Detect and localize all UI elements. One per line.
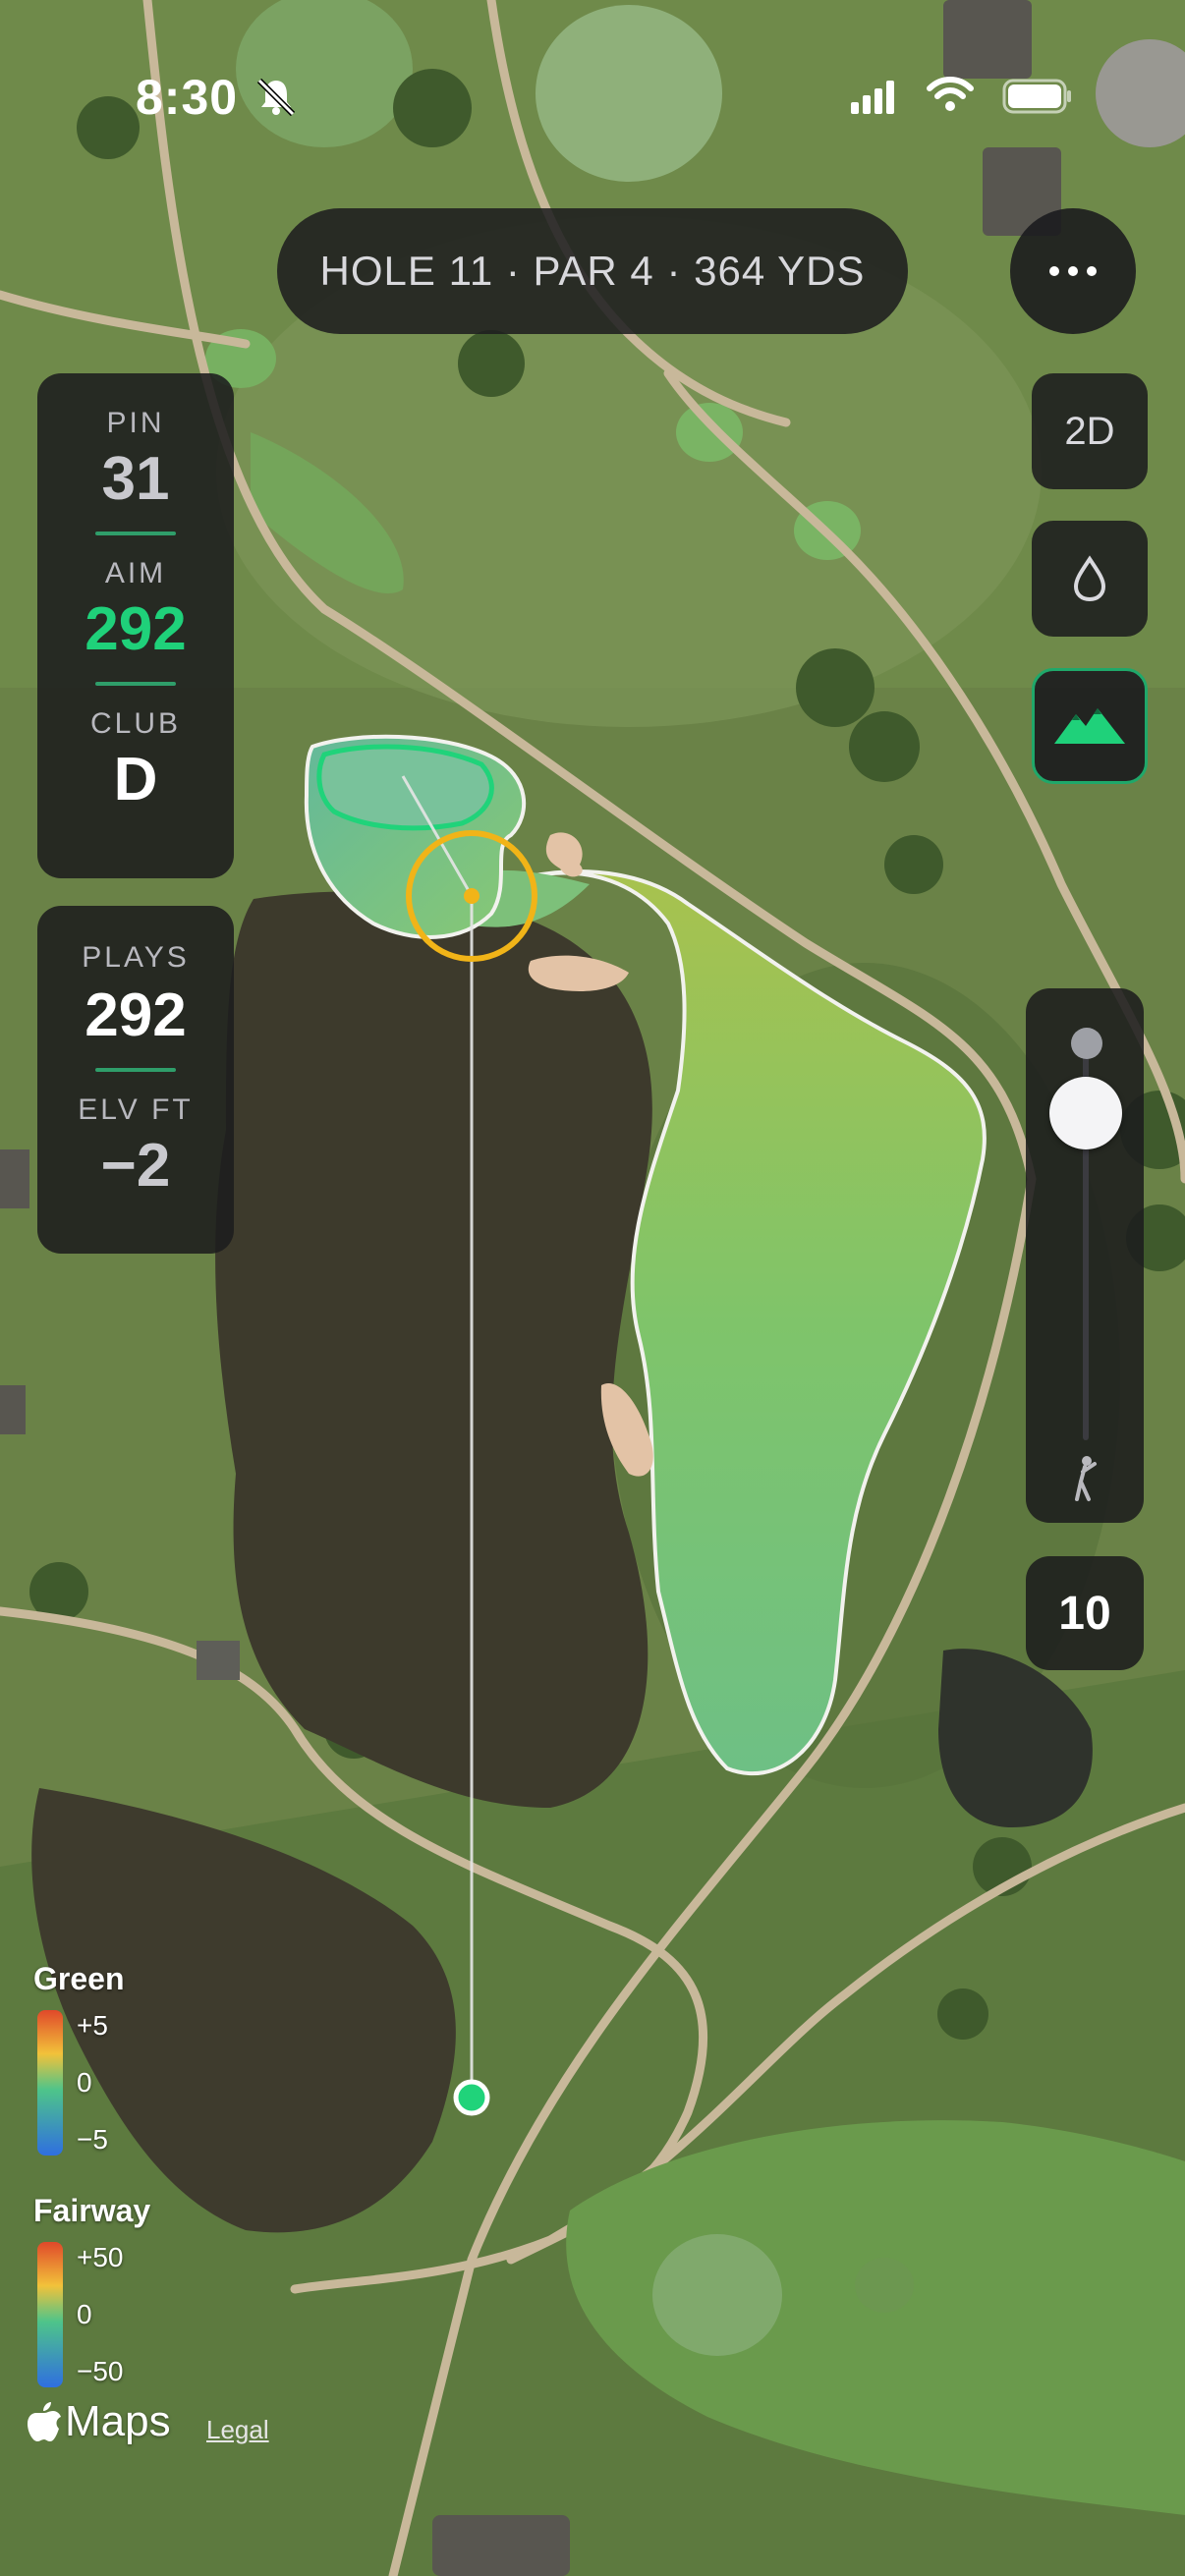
zoom-slider[interactable] xyxy=(1026,988,1144,1523)
plays-value: 292 xyxy=(85,981,187,1049)
more-button[interactable] xyxy=(1010,208,1136,334)
fairway-legend-bar xyxy=(37,2242,63,2387)
battery-icon xyxy=(1002,79,1071,114)
distance-panel[interactable]: PIN 31 AIM 292 CLUB D xyxy=(37,373,234,878)
wind-button[interactable] xyxy=(1032,521,1148,637)
club-label: CLUB xyxy=(89,707,182,740)
plays-panel[interactable]: PLAYS 292 ELV FT −2 xyxy=(37,906,234,1254)
zoom-value: 10 xyxy=(1058,1587,1111,1640)
divider xyxy=(95,532,176,535)
maps-label: Maps xyxy=(65,2397,171,2445)
slider-knob[interactable] xyxy=(1049,1077,1122,1149)
terrain-button[interactable] xyxy=(1032,668,1148,784)
green-legend: Green +5 0 −5 xyxy=(33,1961,191,2167)
fairway-legend-min: −50 xyxy=(77,2356,124,2386)
divider xyxy=(95,682,176,686)
pin-value: 31 xyxy=(101,445,170,513)
more-icon xyxy=(1049,266,1059,276)
pin-label: PIN xyxy=(106,407,165,439)
green-legend-min: −5 xyxy=(77,2124,108,2155)
aim-label: AIM xyxy=(104,557,167,589)
fairway-legend: Fairway +50 0 −50 xyxy=(33,2193,191,2399)
green-legend-bar xyxy=(37,2010,63,2156)
zoom-value-box[interactable]: 10 xyxy=(1026,1556,1144,1670)
view-2d-label: 2D xyxy=(1064,409,1115,453)
green-legend-title: Green xyxy=(33,1961,125,1996)
green-legend-mid: 0 xyxy=(77,2067,92,2098)
apple-logo-icon xyxy=(28,2402,61,2441)
elevation-value: −2 xyxy=(100,1132,171,1200)
aim-value: 292 xyxy=(85,595,187,663)
fairway-legend-mid: 0 xyxy=(77,2299,92,2329)
plays-label: PLAYS xyxy=(82,941,190,974)
status-time: 8:30 xyxy=(136,70,239,125)
legal-link[interactable]: Legal xyxy=(206,2415,269,2445)
status-bar: 8:30 xyxy=(0,0,1185,187)
wifi-icon xyxy=(927,77,974,111)
slider-top-marker xyxy=(1071,1028,1102,1059)
drop-icon xyxy=(1073,555,1106,602)
maps-attribution: Maps xyxy=(28,2397,171,2446)
divider xyxy=(95,1068,176,1072)
hole-info-pill[interactable]: HOLE 11 · PAR 4 · 364 YDS xyxy=(277,208,908,334)
hole-info-label: HOLE 11 · PAR 4 · 364 YDS xyxy=(319,248,866,294)
fairway-legend-max: +50 xyxy=(77,2242,124,2272)
view-2d-button[interactable]: 2D xyxy=(1032,373,1148,489)
bell-slash-icon xyxy=(256,78,296,117)
fairway-legend-title: Fairway xyxy=(33,2193,151,2228)
elevation-label: ELV FT xyxy=(78,1093,194,1126)
mountain-icon xyxy=(1054,708,1125,744)
golfer-icon xyxy=(1075,1456,1097,1501)
club-value: D xyxy=(113,746,158,813)
green-legend-max: +5 xyxy=(77,2010,108,2041)
signal-icon xyxy=(851,81,894,114)
